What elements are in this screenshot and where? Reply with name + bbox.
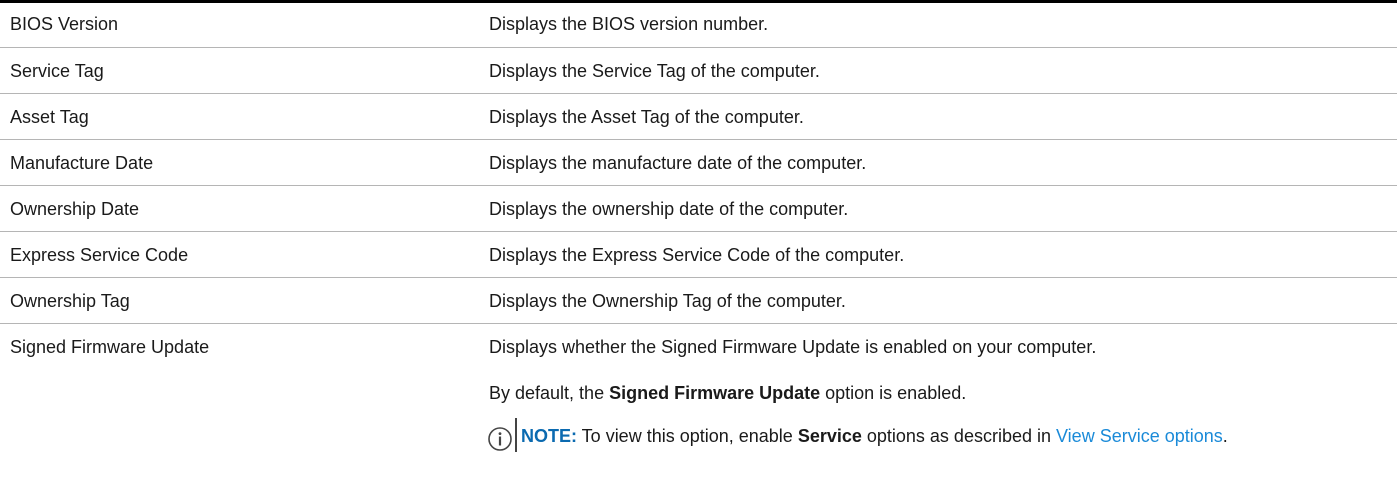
view-service-options-link[interactable]: View Service options — [1056, 426, 1223, 446]
note-text-suffix: . — [1222, 426, 1228, 446]
option-name: Manufacture Date — [10, 153, 154, 173]
info-icon — [485, 426, 515, 452]
option-name: Service Tag — [10, 61, 104, 81]
table-row: Ownership Date Displays the ownership da… — [0, 186, 1397, 232]
option-name: Ownership Date — [10, 199, 140, 219]
note-text: NOTE: To view this option, enable Servic… — [515, 418, 1301, 452]
table-row: Express Service Code Displays the Expres… — [0, 232, 1397, 278]
note-text-prefix: To view this option, enable — [577, 426, 798, 446]
option-description: Displays the Express Service Code of the… — [489, 245, 905, 265]
default-prefix: By default, the — [489, 383, 610, 403]
table-row: Asset Tag Displays the Asset Tag of the … — [0, 94, 1397, 140]
note-bold-service: Service — [797, 426, 862, 446]
note-text-middle: options as described in — [861, 426, 1056, 446]
option-name: Express Service Code — [10, 245, 189, 265]
option-name: BIOS Version — [10, 14, 119, 34]
table-row: Manufacture Date Displays the manufactur… — [0, 140, 1397, 186]
option-name: Asset Tag — [10, 107, 89, 127]
note-label: NOTE: — [521, 426, 577, 446]
default-state-line: By default, the Signed Firmware Update o… — [489, 370, 1377, 416]
bios-overview-table: BIOS Version Displays the BIOS version n… — [0, 0, 1397, 452]
option-description: Displays the Asset Tag of the computer. — [489, 107, 804, 127]
description-line: Displays whether the Signed Firmware Upd… — [489, 337, 1097, 357]
option-name: Signed Firmware Update — [10, 337, 210, 357]
note-box: NOTE: To view this option, enable Servic… — [488, 418, 1377, 452]
option-description: Displays the manufacture date of the com… — [489, 153, 867, 173]
option-description: Displays the BIOS version number. — [489, 14, 769, 34]
table-row: Ownership Tag Displays the Ownership Tag… — [0, 278, 1397, 324]
option-description: Displays the Service Tag of the computer… — [489, 61, 820, 81]
table-row: BIOS Version Displays the BIOS version n… — [0, 3, 1397, 48]
table-row-signed-firmware: Signed Firmware Update Displays whether … — [0, 324, 1397, 452]
default-suffix: option is enabled. — [820, 383, 967, 403]
table-row: Service Tag Displays the Service Tag of … — [0, 48, 1397, 94]
option-description: Displays whether the Signed Firmware Upd… — [488, 324, 1397, 452]
default-option-name: Signed Firmware Update — [609, 383, 821, 403]
option-description: Displays the Ownership Tag of the comput… — [489, 291, 846, 311]
option-name: Ownership Tag — [10, 291, 130, 311]
option-description: Displays the ownership date of the compu… — [489, 199, 849, 219]
